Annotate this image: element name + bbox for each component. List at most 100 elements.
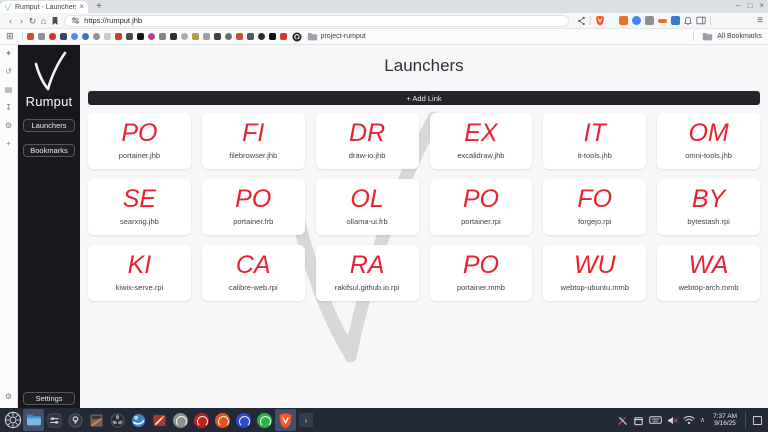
sidebar-item-launchers[interactable]: Launchers [23, 119, 75, 132]
launcher-card[interactable]: OL ollama-ui.frb [315, 179, 419, 235]
launcher-card[interactable]: CA calibre-web.rpi [201, 245, 305, 301]
bookmark-favicon[interactable] [279, 33, 287, 40]
bookmark-favicon[interactable] [268, 33, 276, 40]
tab-close-icon[interactable]: × [79, 3, 84, 11]
taskbar-fan-app[interactable] [107, 409, 128, 431]
taskbar-profile-app[interactable] [212, 409, 233, 431]
forward-button[interactable]: › [16, 14, 27, 28]
launcher-card[interactable]: WA webtop-arch.mmb [657, 245, 760, 301]
bookmark-favicon[interactable] [81, 33, 89, 40]
launcher-card[interactable]: OM omni-tools.jhb [657, 113, 760, 169]
leo-ai-icon[interactable]: ✦ [5, 49, 12, 59]
bookmark-favicon[interactable] [37, 33, 45, 40]
add-link-button[interactable]: + Add Link [88, 91, 760, 105]
launcher-card[interactable]: RA rakifsul.github.io.rpi [315, 245, 419, 301]
share-icon[interactable] [577, 16, 586, 26]
taskbar-notes-app[interactable] [149, 409, 170, 431]
bookmark-favicon[interactable] [202, 33, 210, 40]
bookmark-favicon[interactable] [70, 33, 78, 40]
tray-volume-muted-icon[interactable] [667, 415, 678, 426]
apps-grid-icon[interactable]: ⊞ [6, 31, 14, 42]
taskbar-profile-app[interactable] [254, 409, 275, 431]
window-maximize-button[interactable]: □ [747, 1, 752, 11]
bookmark-favicon[interactable] [48, 33, 56, 40]
strip-bottom-settings-icon[interactable]: ⚙ [5, 392, 12, 402]
taskbar-lock-app[interactable] [65, 409, 86, 431]
taskbar-profile-app[interactable] [233, 409, 254, 431]
bookmark-favicon[interactable] [158, 33, 166, 40]
taskbar-globe-app[interactable] [128, 409, 149, 431]
sidebar-panel-icon[interactable] [696, 16, 706, 25]
add-item-icon[interactable]: + [6, 139, 11, 149]
rss-extension-icon[interactable] [619, 16, 629, 25]
new-tab-button[interactable]: + [96, 1, 102, 13]
start-menu-button[interactable] [2, 409, 23, 431]
bookmark-folder-project-rumput[interactable]: project-rumput [307, 32, 366, 41]
bookmark-favicon[interactable] [213, 33, 221, 40]
tray-clipboard-icon[interactable] [633, 415, 644, 426]
tray-keyboard-icon[interactable] [649, 415, 662, 425]
bookmark-favicon[interactable] [136, 33, 144, 40]
launcher-card[interactable]: FO forgejo.rpi [543, 179, 647, 235]
tray-wifi-icon[interactable] [683, 415, 695, 425]
bookmark-favicon[interactable] [147, 33, 155, 40]
address-bar[interactable]: https://rumput.jhb [64, 14, 570, 27]
sidebar-item-bookmarks[interactable]: Bookmarks [23, 144, 75, 157]
launcher-card[interactable]: FI filebrowser.jhb [201, 113, 305, 169]
bookmark-favicon[interactable] [191, 33, 199, 40]
bookmark-favicon[interactable] [224, 33, 232, 40]
show-desktop-button[interactable] [753, 415, 762, 425]
launcher-card[interactable]: IT it-tools.jhb [543, 113, 647, 169]
taskbar-file-manager[interactable] [23, 409, 44, 431]
site-settings-icon[interactable] [71, 16, 80, 25]
bookmark-icon[interactable] [49, 16, 60, 26]
browser-tab[interactable]: Rumput - Launchers × [0, 1, 88, 13]
bookmark-favicon[interactable] [114, 33, 122, 40]
bookmark-favicon[interactable] [59, 33, 67, 40]
launcher-card[interactable]: KI kiwix-serve.rpi [88, 245, 191, 301]
launcher-card[interactable]: PO portainer.mmb [429, 245, 533, 301]
dash-extension-icon[interactable] [658, 18, 668, 23]
taskbar-calculator[interactable] [86, 409, 107, 431]
reading-list-icon[interactable]: ▤ [5, 85, 13, 95]
launcher-card[interactable]: EX excalidraw.jhb [429, 113, 533, 169]
bookmark-favicon[interactable] [257, 33, 265, 40]
bookmark-favicon[interactable] [92, 33, 100, 40]
home-button[interactable]: ⌂ [38, 14, 49, 28]
launcher-card[interactable]: WU webtop-ubuntu.mmb [543, 245, 647, 301]
bookmark-favicon[interactable] [125, 33, 133, 40]
strip-settings-icon[interactable]: ⚙ [5, 121, 12, 131]
downloads-icon[interactable]: ↧ [5, 103, 12, 113]
taskbar-profile-app[interactable] [191, 409, 212, 431]
bookmark-favicon[interactable] [246, 33, 254, 40]
taskbar-profile-app[interactable] [170, 409, 191, 431]
bookmark-favicon[interactable] [26, 33, 34, 40]
taskbar-overflow-button[interactable]: › [299, 413, 313, 427]
back-button[interactable]: ‹ [5, 14, 16, 28]
notification-bell-icon[interactable] [684, 16, 692, 26]
launcher-card[interactable]: SE searxng.jhb [88, 179, 191, 235]
history-icon[interactable]: ↺ [5, 67, 12, 77]
launcher-card[interactable]: PO portainer.rpi [429, 179, 533, 235]
brave-shield-icon[interactable] [595, 15, 605, 26]
taskbar-tweaks[interactable] [44, 409, 65, 431]
tray-expand-icon[interactable]: ∧ [700, 416, 705, 424]
camera-extension-icon[interactable] [645, 16, 655, 25]
tray-tools-icon[interactable] [617, 415, 628, 426]
all-bookmarks[interactable]: All Bookmarks [689, 32, 762, 41]
blue-extension-icon[interactable] [632, 16, 642, 25]
window-minimize-button[interactable]: – [736, 1, 740, 11]
settings-button[interactable]: Settings [23, 392, 75, 405]
bookmark-favicon[interactable] [169, 33, 177, 40]
taskbar-clock[interactable]: 7:37 AM 9/16/25 [713, 413, 737, 428]
bookmark-favicon[interactable] [235, 33, 243, 40]
taskbar-brave[interactable] [275, 409, 296, 431]
bookmark-github[interactable] [292, 32, 302, 42]
menu-icon[interactable]: ≡ [757, 15, 763, 26]
launcher-card[interactable]: DR draw-io.jhb [315, 113, 419, 169]
launcher-card[interactable]: BY bytestash.rpi [657, 179, 760, 235]
reload-button[interactable]: ↻ [27, 14, 38, 28]
translate-extension-icon[interactable] [671, 16, 681, 25]
launcher-card[interactable]: PO portainer.frb [201, 179, 305, 235]
bookmark-favicon[interactable] [180, 33, 188, 40]
